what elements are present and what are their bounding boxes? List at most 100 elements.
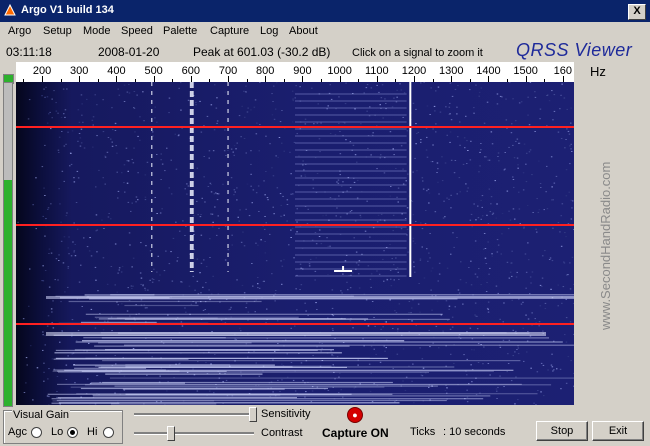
contrast-slider-thumb[interactable] — [167, 426, 175, 441]
noise-speck — [487, 311, 490, 313]
noise-speck — [291, 228, 294, 230]
noise-speck — [255, 242, 257, 244]
noise-speck — [534, 96, 537, 98]
noise-speck — [255, 133, 258, 135]
noise-speck — [290, 362, 293, 363]
noise-speck — [448, 305, 451, 307]
noise-speck — [562, 286, 565, 288]
noise-speck — [96, 135, 98, 137]
noise-speck — [190, 303, 193, 305]
noise-speck — [95, 279, 97, 281]
noise-speck — [569, 321, 572, 323]
noise-speck — [83, 147, 86, 149]
noise-speck — [471, 226, 473, 228]
noise-speck — [340, 185, 343, 187]
noise-speck — [250, 163, 252, 165]
frequency-ruler[interactable]: 200 300 400 500 600 700 800 900 1000 1100 1200 1300… — [16, 62, 574, 82]
noise-speck — [478, 91, 481, 93]
noise-speck — [560, 245, 563, 247]
noise-speck — [557, 284, 559, 286]
exit-button[interactable]: Exit — [592, 421, 644, 441]
noise-speck — [548, 259, 551, 260]
noise-speck — [379, 104, 381, 106]
noise-speck — [133, 107, 135, 108]
close-button[interactable]: X — [628, 4, 646, 20]
sensitivity-slider-thumb[interactable] — [249, 407, 257, 422]
noise-speck — [398, 278, 400, 280]
noise-speck — [473, 203, 475, 205]
band-streak — [75, 341, 563, 343]
noise-speck — [390, 278, 392, 280]
noise-speck — [487, 301, 490, 303]
noise-speck — [435, 325, 438, 327]
menu-mode[interactable]: Mode — [83, 25, 111, 37]
noise-speck — [186, 183, 188, 185]
noise-speck — [167, 381, 169, 382]
noise-speck — [482, 248, 485, 250]
noise-speck — [160, 153, 162, 155]
noise-speck — [438, 193, 440, 195]
noise-speck — [135, 196, 138, 198]
menu-speed[interactable]: Speed — [121, 25, 153, 37]
noise-speck — [430, 289, 432, 291]
menu-argo[interactable]: Argo — [8, 25, 31, 37]
noise-speck — [178, 363, 180, 365]
lo-radio[interactable] — [67, 427, 78, 438]
menu-about[interactable]: About — [289, 25, 318, 37]
noise-speck — [465, 282, 467, 284]
menu-capture[interactable]: Capture — [210, 25, 249, 37]
noise-speck — [298, 155, 300, 157]
noise-speck — [457, 136, 459, 138]
noise-speck — [451, 316, 454, 318]
noise-speck — [404, 218, 407, 219]
noise-speck — [499, 318, 501, 320]
noise-speck — [456, 237, 458, 238]
noise-speck — [133, 147, 135, 149]
menu-log[interactable]: Log — [260, 25, 278, 37]
noise-speck — [344, 260, 347, 262]
noise-speck — [110, 138, 112, 140]
noise-speck — [518, 191, 520, 193]
noise-speck — [201, 197, 203, 199]
noise-speck — [357, 264, 360, 266]
noise-speck — [144, 287, 146, 289]
noise-speck — [77, 330, 80, 332]
contrast-slider[interactable] — [134, 432, 254, 435]
stop-button[interactable]: Stop — [536, 421, 588, 441]
noise-speck — [517, 164, 519, 166]
menu-palette[interactable]: Palette — [163, 25, 197, 37]
noise-speck — [385, 347, 387, 349]
app-icon — [4, 4, 16, 16]
band-streak — [84, 294, 155, 296]
noise-speck — [320, 350, 322, 352]
noise-speck — [154, 106, 156, 108]
spectrogram-canvas[interactable] — [16, 82, 574, 405]
noise-speck — [240, 241, 243, 243]
noise-speck — [507, 353, 509, 355]
noise-speck — [131, 158, 133, 160]
hi-radio[interactable] — [103, 427, 114, 438]
ticks-value: : 10 seconds — [443, 426, 506, 438]
noise-speck — [429, 346, 431, 348]
noise-speck — [417, 131, 420, 133]
noise-speck — [112, 129, 114, 131]
noise-speck — [114, 130, 117, 131]
noise-speck — [316, 173, 319, 174]
noise-speck — [465, 115, 467, 117]
noise-speck — [570, 199, 573, 201]
band-streak — [57, 397, 298, 399]
noise-speck — [550, 156, 553, 158]
noise-speck — [164, 170, 166, 172]
noise-speck — [117, 304, 119, 306]
spectrogram-display[interactable] — [16, 82, 574, 405]
noise-speck — [420, 141, 422, 143]
noise-speck — [197, 293, 200, 295]
noise-speck — [395, 101, 398, 103]
agc-radio[interactable] — [31, 427, 42, 438]
noise-speck — [265, 222, 267, 224]
noise-speck — [487, 363, 490, 364]
noise-speck — [132, 257, 135, 259]
sensitivity-slider[interactable] — [134, 413, 254, 416]
menu-setup[interactable]: Setup — [43, 25, 72, 37]
noise-speck — [474, 302, 477, 304]
